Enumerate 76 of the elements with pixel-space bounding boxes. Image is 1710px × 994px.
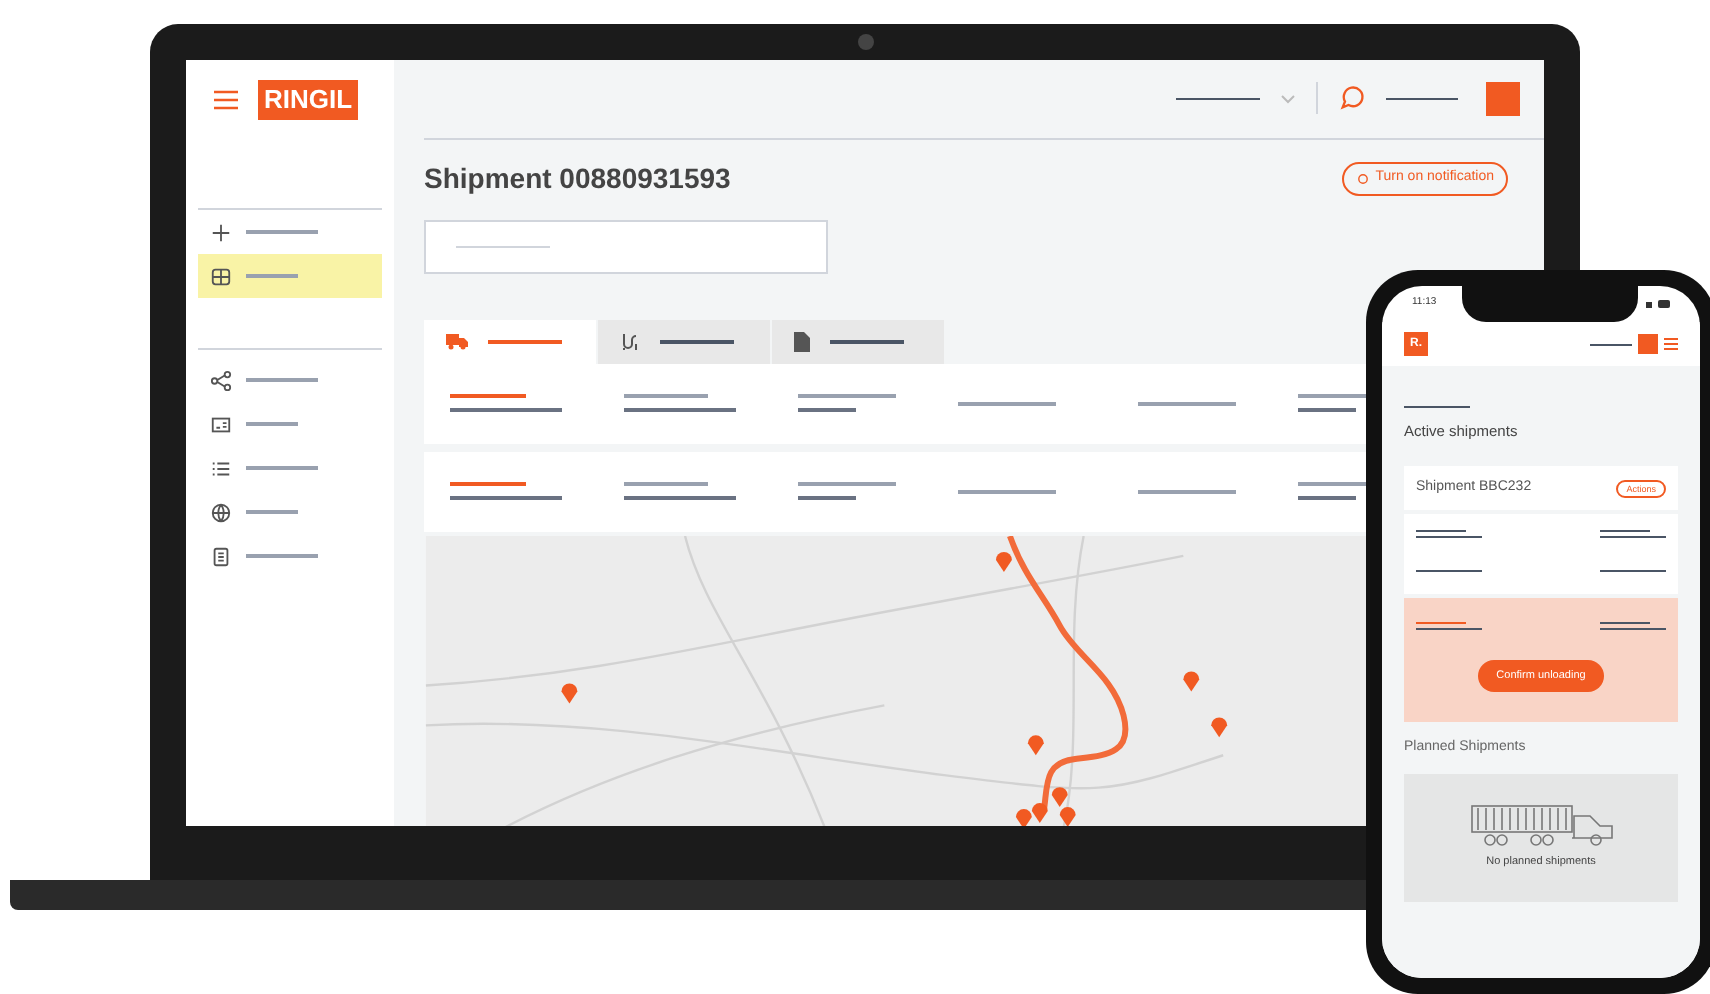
map-pin-icon — [1211, 716, 1228, 737]
text-placeholder-line — [1590, 343, 1632, 345]
truck-icon — [1469, 804, 1613, 849]
tab[interactable] — [772, 319, 944, 364]
text-placeholder-line — [1404, 406, 1470, 408]
text-placeholder-line — [1600, 570, 1666, 573]
tab[interactable] — [598, 319, 770, 364]
text-placeholder-line — [798, 408, 856, 413]
document-icon — [794, 331, 810, 352]
map-pin-icon — [1059, 806, 1076, 826]
route-icon — [620, 331, 640, 352]
text-placeholder-line — [1138, 489, 1236, 494]
map-pin-icon — [1031, 802, 1048, 822]
text-placeholder-line — [1386, 97, 1458, 101]
avatar-square[interactable] — [1486, 81, 1520, 116]
truck-icon — [446, 332, 468, 351]
text-placeholder-line — [450, 408, 562, 413]
text-placeholder-line — [246, 422, 298, 426]
text-placeholder-line — [624, 496, 736, 501]
text-placeholder-line — [1600, 628, 1666, 631]
id-card-icon — [210, 413, 232, 435]
text-placeholder-line — [798, 394, 896, 399]
text-placeholder-line — [830, 340, 904, 344]
text-placeholder-line — [246, 274, 298, 278]
grid-icon — [210, 265, 232, 287]
text-placeholder-line — [624, 482, 708, 487]
text-placeholder-line — [450, 482, 526, 487]
text-placeholder-line — [624, 408, 736, 413]
text-placeholder-line — [1138, 401, 1236, 406]
text-placeholder-line — [246, 230, 318, 234]
text-placeholder-line — [1416, 622, 1466, 625]
map-pin-icon — [561, 682, 578, 703]
text-placeholder-line — [246, 510, 298, 514]
text-placeholder-line — [958, 401, 1056, 406]
text-placeholder-line — [1176, 97, 1260, 101]
text-placeholder-line — [958, 489, 1056, 494]
text-placeholder-line — [1416, 628, 1482, 631]
globe-icon — [210, 501, 232, 523]
text-placeholder-line — [450, 394, 526, 399]
text-placeholder-line — [798, 482, 896, 487]
page-title: Shipment 00880931593 — [424, 159, 731, 198]
text-placeholder-line — [450, 496, 562, 501]
share-icon — [210, 369, 232, 391]
map-pin-icon — [995, 550, 1012, 571]
text-placeholder-line — [246, 554, 318, 558]
text-placeholder-line — [1600, 536, 1666, 539]
chat-icon[interactable] — [1338, 84, 1366, 113]
chevron-down-icon[interactable] — [1280, 93, 1296, 104]
text-placeholder-line — [624, 394, 708, 399]
text-placeholder-line — [488, 340, 562, 344]
document-icon — [210, 545, 232, 567]
text-placeholder-line — [1298, 496, 1356, 501]
map-pin-icon — [1183, 670, 1200, 691]
menu-icon[interactable] — [214, 90, 238, 110]
text-placeholder-line — [1416, 570, 1482, 573]
map-pin-icon — [1051, 786, 1068, 807]
battery-icon — [1646, 300, 1670, 308]
map-pin-icon — [1027, 734, 1044, 755]
text-placeholder-line — [246, 466, 318, 470]
text-placeholder-line — [798, 496, 856, 501]
text-placeholder-line — [246, 378, 318, 382]
text-placeholder-line — [456, 245, 550, 249]
text-placeholder-line — [1298, 408, 1356, 413]
sidebar-item[interactable] — [198, 254, 382, 298]
text-placeholder-line — [660, 340, 734, 344]
text-placeholder-line — [1416, 530, 1466, 533]
text-placeholder-line — [1416, 536, 1482, 539]
tab[interactable] — [424, 319, 596, 364]
list-icon — [210, 457, 232, 479]
input-field[interactable] — [424, 219, 828, 274]
logo[interactable]: RINGIL — [258, 80, 359, 120]
plus-icon — [210, 221, 232, 243]
text-placeholder-line — [1600, 530, 1650, 533]
map-pin-icon — [1015, 808, 1032, 826]
text-placeholder-line — [1600, 622, 1650, 625]
menu-icon[interactable] — [1664, 338, 1678, 350]
